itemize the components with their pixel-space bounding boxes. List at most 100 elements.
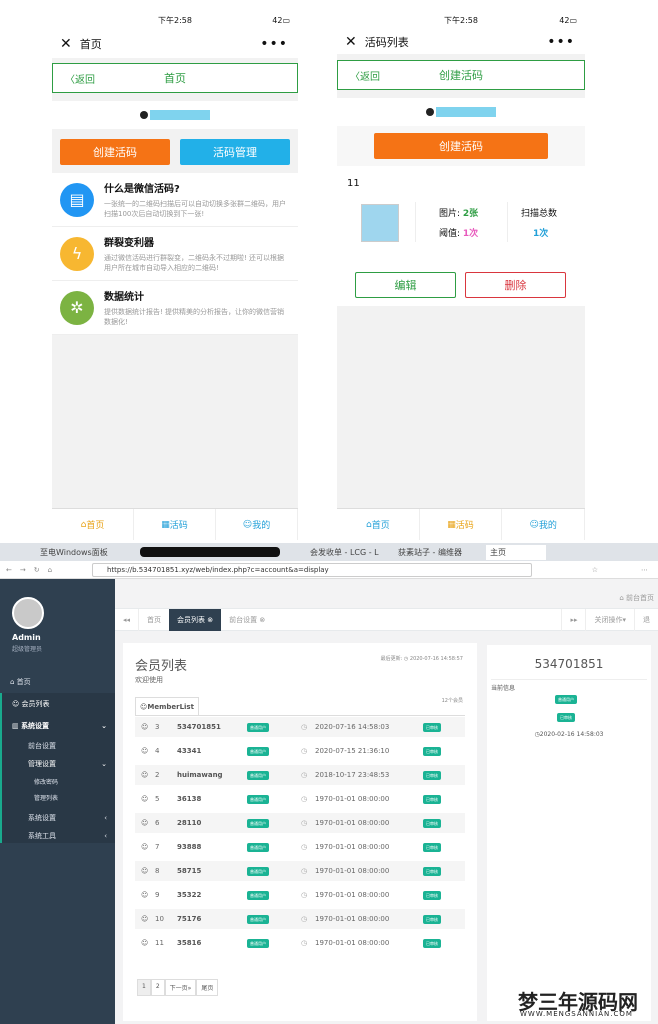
feature-item[interactable]: ✲ 数据统计 提供数据统计报告! 提供精美的分析报告，让你的微信营销数据化! xyxy=(52,281,298,335)
sidebar-item-system-settings-2[interactable]: 系统设置 ‹ xyxy=(2,809,115,827)
row-status-badge: 已审核 xyxy=(423,771,441,780)
row-time: 2018-10-17 23:48:53 xyxy=(315,771,390,779)
sidebar-item-system-tools[interactable]: 系统工具 ‹ xyxy=(2,827,115,845)
clock-icon: ◷ xyxy=(301,915,308,923)
row-type-badge: 普通用户 xyxy=(247,891,287,900)
logout-link[interactable]: 退 xyxy=(634,608,658,631)
chevron-down-icon: ⌄ xyxy=(101,722,107,730)
back-button[interactable]: 〈返回 xyxy=(65,71,95,86)
tab-front-settings[interactable]: 前台设置 ⊗ xyxy=(221,609,273,631)
clock-icon: ◷ xyxy=(301,723,308,731)
forward-arrow-icon[interactable]: → xyxy=(20,566,26,574)
top-nav: ⌂ 前台首页 xyxy=(115,579,658,609)
row-status-badge: 已审核 xyxy=(423,723,441,732)
sidebar-item-home[interactable]: ⌂ 首页 xyxy=(0,671,115,693)
url-input[interactable]: https://b.534701851.xyz/web/index.php?c=… xyxy=(92,562,532,577)
bottom-tab-bar: ⌂ 首页 ▦ 活码 ☺ 我的 xyxy=(337,508,585,540)
manage-code-button[interactable]: 活码管理 xyxy=(180,139,290,165)
edit-button[interactable]: 编辑 xyxy=(355,272,456,298)
user-name-redacted xyxy=(150,110,210,120)
tab-mine[interactable]: ☺ 我的 xyxy=(216,509,298,540)
create-code-button[interactable]: 创建活码 xyxy=(60,139,170,165)
close-icon[interactable]: ✕ xyxy=(60,36,72,52)
row-id: 8 xyxy=(155,867,160,875)
code-name: 11 xyxy=(347,178,360,189)
browser-tab[interactable]: 会发收单 - LCG - L xyxy=(310,547,390,558)
row-id: 5 xyxy=(155,795,160,803)
admin-role[interactable]: 超级管理员 xyxy=(12,644,115,653)
table-row[interactable]: ☺ 5 36138 普通用户 ◷ 1970-01-01 08:00:00 已审核 xyxy=(135,789,465,809)
next-page[interactable]: 下一页» xyxy=(164,979,197,996)
tab-members[interactable]: 会员列表 ⊗ xyxy=(169,608,222,631)
table-row[interactable]: ☺ 4 43341 普通用户 ◷ 2020-07-15 21:36:10 已审核 xyxy=(135,741,465,761)
tab-mine[interactable]: ☺ 我的 xyxy=(502,509,585,540)
sidebar-item-members[interactable]: ☺ 会员列表 xyxy=(0,693,115,715)
member-table: ☺ 3 534701851 普通用户 ◷ 2020-07-16 14:58:03 已审核 ☺ 4… xyxy=(135,717,465,962)
qrcode-thumbnail xyxy=(361,204,399,242)
more-icon[interactable]: ••• xyxy=(260,36,288,52)
create-code-button[interactable]: 创建活码 xyxy=(374,133,548,159)
row-id: 4 xyxy=(155,747,160,755)
row-name: 35322 xyxy=(177,891,202,899)
clock-icon: ◷ xyxy=(301,939,308,947)
table-row[interactable]: ☺ 6 28110 普通用户 ◷ 1970-01-01 08:00:00 已审核 xyxy=(135,813,465,833)
feature-item[interactable]: ϟ 群裂变利器 通过微信活码进行群裂变，二维码永不过期啦! 还可以根据用户所在城市… xyxy=(52,227,298,281)
front-home-link[interactable]: ⌂ 前台首页 xyxy=(619,593,654,603)
feature-item[interactable]: ▤ 什么是微信活码? 一张统一的二维码扫描后可以自动切换多张群二维码，用户扫描10… xyxy=(52,173,298,227)
table-row[interactable]: ☺ 10 75176 普通用户 ◷ 1970-01-01 08:00:00 已审核 xyxy=(135,909,465,929)
tab-codes[interactable]: ▦ 活码 xyxy=(420,509,503,540)
row-status-badge: 已审核 xyxy=(423,891,441,900)
row-status-badge: 已审核 xyxy=(423,915,441,924)
browser-tab[interactable]: 获素站子 - 编维器 xyxy=(398,547,478,558)
delete-button[interactable]: 删除 xyxy=(465,272,566,298)
status-badge: 已审核 xyxy=(557,711,575,722)
browser-tab[interactable]: 至电Windows面板 xyxy=(40,547,130,558)
last-page[interactable]: 尾页 xyxy=(196,979,219,996)
menu-icon[interactable]: ⋯ xyxy=(641,566,648,574)
member-list-panel: 会员列表 欢迎使用 最后更新: ◷ 2020-07-16 14:58:57 12… xyxy=(123,643,477,1021)
row-name: 28110 xyxy=(177,819,202,827)
tab-home[interactable]: ⌂ 首页 xyxy=(52,509,134,540)
tab-memberlist[interactable]: ☺ MemberList xyxy=(135,697,199,715)
table-row[interactable]: ☺ 8 58715 普通用户 ◷ 1970-01-01 08:00:00 已审核 xyxy=(135,861,465,881)
admin-sidebar: Admin 超级管理员 ⌂ 首页 ☺ 会员列表 ▥ 系统设置 ⌄ 前台设置 管理设… xyxy=(0,579,115,1024)
tabs-scroll-left-icon[interactable]: ◂◂ xyxy=(115,609,138,631)
row-type-badge: 普通用户 xyxy=(247,939,287,948)
table-row[interactable]: ☺ 9 35322 普通用户 ◷ 1970-01-01 08:00:00 已审核 xyxy=(135,885,465,905)
admin-main: ⌂ 前台首页 ◂◂ 首页 会员列表 ⊗ 前台设置 ⊗ ▸▸ 关闭操作 ▾ 退 会员… xyxy=(115,579,658,1024)
sidebar-item-system-settings[interactable]: ▥ 系统设置 ⌄ xyxy=(2,715,115,737)
sidebar-item-admin-settings[interactable]: 管理设置 ⌄ xyxy=(2,755,115,773)
header-bar: 〈返回 创建活码 xyxy=(337,60,585,90)
more-icon[interactable]: ••• xyxy=(547,34,575,50)
star-icon[interactable]: ☆ xyxy=(592,566,598,574)
back-button[interactable]: 〈返回 xyxy=(350,68,380,83)
sidebar-item-front-settings[interactable]: 前台设置 xyxy=(2,737,115,755)
page-1[interactable]: 1 xyxy=(137,979,151,996)
user-icon: ☺ xyxy=(141,771,149,779)
row-time: 1970-01-01 08:00:00 xyxy=(315,867,390,875)
phone-home-screen: 下午2:58 42▭ ✕ 首页 ••• 〈返回 首页 创建活码 活码管理 ▤ 什… xyxy=(52,10,298,540)
close-icon[interactable]: ⊗ xyxy=(259,616,265,624)
back-arrow-icon[interactable]: ← xyxy=(6,566,12,574)
row-type-badge: 普通用户 xyxy=(247,747,287,756)
page-2[interactable]: 2 xyxy=(150,979,165,996)
table-row[interactable]: ☺ 7 93888 普通用户 ◷ 1970-01-01 08:00:00 已审核 xyxy=(135,837,465,857)
sidebar-item-change-password[interactable]: 修改密码 xyxy=(2,773,115,789)
tab-home[interactable]: ⌂ 首页 xyxy=(337,509,420,540)
table-row[interactable]: ☺ 3 534701851 普通用户 ◷ 2020-07-16 14:58:03 已审核 xyxy=(135,717,465,737)
browser-tab-active[interactable]: 主页 xyxy=(486,544,546,560)
row-time: 1970-01-01 08:00:00 xyxy=(315,843,390,851)
tab-home[interactable]: 首页 xyxy=(138,608,169,631)
home-icon[interactable]: ⌂ xyxy=(48,566,52,574)
close-icon[interactable]: ✕ xyxy=(345,34,357,50)
tab-codes[interactable]: ▦ 活码 xyxy=(134,509,216,540)
table-row[interactable]: ☺ 2 huimawang 普通用户 ◷ 2018-10-17 23:48:53 已审核 xyxy=(135,765,465,785)
sidebar-item-admin-list[interactable]: 管理列表 xyxy=(2,789,115,805)
row-type-badge: 普通用户 xyxy=(247,723,287,732)
clipboard-icon: ▤ xyxy=(60,182,94,217)
tabs-scroll-right-icon[interactable]: ▸▸ xyxy=(561,608,585,631)
table-row[interactable]: ☺ 11 35816 普通用户 ◷ 1970-01-01 08:00:00 已审核 xyxy=(135,933,465,953)
close-icon[interactable]: ⊗ xyxy=(207,616,213,624)
reload-icon[interactable]: ↻ xyxy=(34,566,40,574)
close-operations-dropdown[interactable]: 关闭操作 ▾ xyxy=(585,608,634,631)
